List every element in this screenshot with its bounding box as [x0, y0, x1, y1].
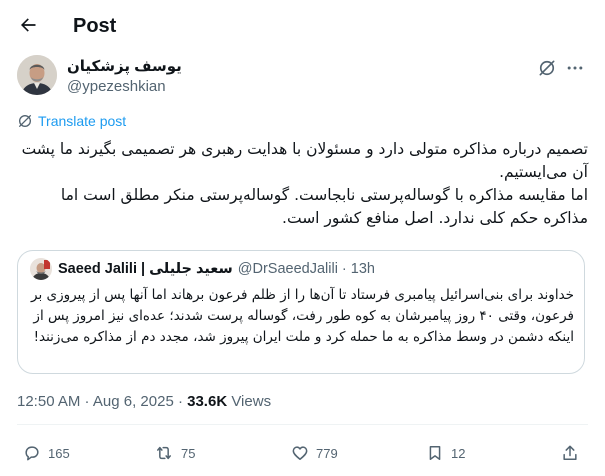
bookmark-count: 12: [451, 445, 466, 461]
quoted-avatar: [30, 258, 52, 280]
translate-label: Translate post: [38, 113, 127, 129]
post-datetime[interactable]: 12:50 AM · Aug 6, 2025 ·: [17, 393, 187, 410]
arrow-left-icon: [21, 18, 36, 32]
like-button[interactable]: 779: [290, 438, 338, 468]
more-button[interactable]: [564, 57, 586, 79]
quoted-post[interactable]: Saeed Jalili | سعید جلیلی @DrSaeedJalili…: [17, 250, 585, 374]
quoted-timestamp: 13h: [350, 261, 375, 277]
post-paragraph: اما مقایسه مذاکره با گوساله‌پرستی نابجاس…: [60, 186, 588, 227]
back-button[interactable]: [16, 13, 40, 37]
profile-photo: [30, 258, 52, 280]
author-name[interactable]: یوسف پزشکیان: [67, 57, 182, 76]
repost-icon: [157, 446, 171, 460]
reply-count: 165: [48, 445, 70, 461]
profile-photo: [17, 55, 57, 95]
share-icon: [563, 445, 577, 460]
top-bar: Post: [0, 0, 605, 52]
bookmark-button[interactable]: 12: [425, 438, 465, 468]
post-meta: 12:50 AM · Aug 6, 2025 · 33.6K Views: [17, 392, 271, 412]
post-paragraph: تصمیم درباره مذاکره متولی دارد و مسئولان…: [21, 140, 588, 181]
repost-button[interactable]: 75: [153, 438, 195, 468]
views-label: Views: [227, 393, 272, 410]
quoted-text: خداوند برای بنی‌اسرائیل پیامبری فرستاد ت…: [31, 287, 574, 345]
translate-post-link[interactable]: Translate post: [17, 112, 126, 130]
reply-icon: [25, 446, 39, 461]
separator-dot: ·: [341, 261, 347, 277]
divider: [17, 424, 588, 425]
author-handle[interactable]: @ypezeshkian: [67, 77, 166, 96]
page-title: Post: [73, 15, 117, 37]
action-bar: 165 75 779 12: [0, 438, 605, 468]
avatar[interactable]: [17, 55, 57, 95]
bookmark-icon: [429, 446, 441, 460]
grok-icon: [539, 60, 555, 76]
repost-count: 75: [181, 445, 196, 461]
share-button[interactable]: [560, 438, 580, 468]
more-dots-icon: [567, 66, 583, 70]
views-count: 33.6K: [187, 393, 228, 410]
quoted-author-name: Saeed Jalili | سعید جلیلی: [58, 261, 233, 277]
like-count: 779: [316, 445, 338, 461]
reply-button[interactable]: 165: [22, 438, 70, 468]
globe-icon: [19, 115, 31, 127]
quoted-author-handle: @DrSaeedJalili: [237, 261, 338, 277]
heart-icon: [292, 446, 308, 460]
grok-button[interactable]: [536, 57, 558, 79]
quoted-post-header: Saeed Jalili | سعید جلیلی @DrSaeedJalili…: [30, 258, 375, 280]
post-text: تصمیم درباره مذاکره متولی دارد و مسئولان…: [17, 138, 588, 230]
